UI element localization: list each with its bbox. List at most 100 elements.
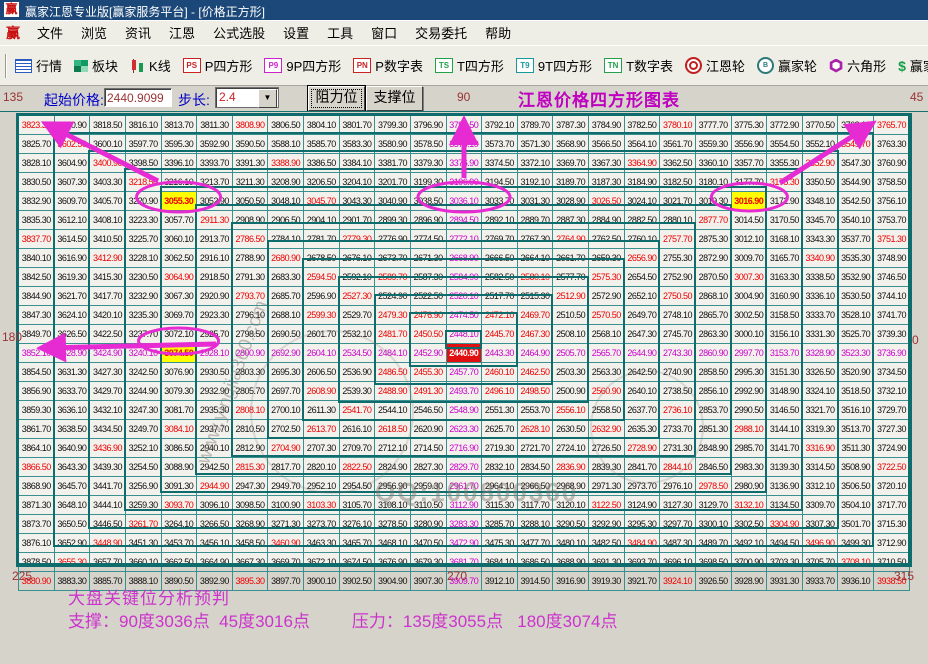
toolbar-item-gann-wheel[interactable]: 江恩轮 [679, 56, 751, 75]
toolbar-item-9p-square[interactable]: P99P四方形 [258, 56, 347, 75]
grid-cell: 3172.90 [767, 192, 803, 211]
grid-cell: 3156.10 [767, 325, 803, 344]
grid-cell: 3561.70 [660, 135, 696, 154]
grid-cell: 3818.50 [90, 116, 126, 135]
grid-cell: 3652.90 [54, 534, 90, 553]
grid-cell: 2976.10 [660, 477, 696, 496]
grid-cell: 3748.90 [874, 249, 910, 268]
start-price-input[interactable] [104, 88, 172, 107]
grid-cell: 3806.50 [268, 116, 304, 135]
grid-cell: 3472.90 [446, 534, 482, 553]
grid-cell: 2606.50 [304, 363, 340, 382]
grid-cell: 2455.30 [410, 363, 446, 382]
menu-item-news[interactable]: 资讯 [116, 26, 160, 41]
grid-cell: 2911.30 [197, 211, 233, 230]
grid-cell: 2949.70 [268, 477, 304, 496]
toolbar-item-sectors[interactable]: 板块 [68, 56, 124, 75]
grid-cell: 3331.30 [802, 325, 838, 344]
grid-cell: 2827.30 [410, 458, 446, 477]
grid-cell: 2683.30 [268, 268, 304, 287]
grid-cell: 3537.70 [838, 230, 874, 249]
menu-item-trade-entrust[interactable]: 交易委托 [406, 26, 476, 41]
toolbar-item-winner-wheel[interactable]: B赢家轮 [751, 56, 823, 75]
menu-item-file[interactable]: 文件 [28, 26, 72, 41]
grid-cell: 2719.30 [482, 439, 518, 458]
grid-cell: 3873.70 [19, 515, 55, 534]
grid-cell: 2448.10 [446, 325, 482, 344]
grid-cell: 2942.50 [197, 458, 233, 477]
menu-item-window[interactable]: 窗口 [362, 26, 406, 41]
menu-item-settings[interactable]: 设置 [274, 26, 318, 41]
menu-item-browse[interactable]: 浏览 [72, 26, 116, 41]
grid-cell: 2870.50 [695, 268, 731, 287]
toolbar-item-winner-service[interactable]: $赢家服务 [892, 56, 928, 75]
grid-cell: 2889.70 [517, 211, 553, 230]
grid-cell: 3542.50 [838, 192, 874, 211]
grid-cell: 3698.50 [695, 553, 731, 572]
grid-cell: 3760.90 [874, 154, 910, 173]
toolbar-item-9t-square[interactable]: T99T四方形 [510, 56, 598, 75]
grid-cell: 3480.10 [553, 534, 589, 553]
step-combobox[interactable]: 2.4 ▼ [216, 88, 278, 107]
grid-cell: 3124.90 [624, 496, 660, 515]
grid-cell: 3362.50 [660, 154, 696, 173]
quotes-icon [15, 59, 32, 73]
grid-cell: 2668.90 [446, 249, 482, 268]
toolbar-item-p-number-table[interactable]: PNP数字表 [347, 56, 429, 75]
grid-cell: 3182.50 [660, 173, 696, 192]
grid-cell: 2649.70 [624, 306, 660, 325]
grid-cell: 3679.30 [410, 553, 446, 572]
grid-cell: 3163.30 [767, 268, 803, 287]
grid-cell: 2714.50 [410, 439, 446, 458]
resistance-button[interactable]: 阻力位 [308, 86, 365, 111]
grid-cell: 3722.50 [874, 458, 910, 477]
menu-item-help[interactable]: 帮助 [476, 26, 520, 41]
chevron-down-icon[interactable]: ▼ [258, 89, 277, 108]
grid-cell: 3410.50 [90, 230, 126, 249]
grid-cell: 3108.10 [375, 496, 411, 515]
menu-item-gann[interactable]: 江恩 [160, 26, 204, 41]
grid-cell: 3585.70 [304, 135, 340, 154]
grid-cell: 2522.50 [410, 287, 446, 306]
grid-cell: 3588.10 [268, 135, 304, 154]
grid-cell: 2500.90 [553, 382, 589, 401]
grid-cell: 3427.30 [90, 363, 126, 382]
grid-cell: 2464.90 [517, 344, 553, 363]
grid-cell: 3518.50 [838, 382, 874, 401]
grid-cell: 3228.10 [125, 249, 161, 268]
grid-cell: 3868.90 [19, 477, 55, 496]
grid-cell: 2524.90 [375, 287, 411, 306]
toolbar-item-t-number-table[interactable]: TNT数字表 [598, 56, 679, 75]
grid-cell: 3019.30 [695, 192, 731, 211]
grid-cell: 3830.50 [19, 173, 55, 192]
toolbar-item-quotes[interactable]: 行情 [9, 56, 68, 75]
grid-cell: 2680.90 [268, 249, 304, 268]
grid-cell: 3345.70 [802, 211, 838, 230]
grid-cell: 2709.70 [339, 439, 375, 458]
step-value: 2.4 [216, 88, 257, 107]
toolbar-item-t-square[interactable]: TST四方形 [429, 56, 510, 75]
grid-cell: 2966.50 [517, 477, 553, 496]
toolbar-item-p-square[interactable]: PSP四方形 [177, 56, 259, 75]
grid-cell: 3319.30 [802, 420, 838, 439]
grid-cell: 3724.90 [874, 439, 910, 458]
grid-cell: 3616.90 [54, 249, 90, 268]
menu-item-tools[interactable]: 工具 [318, 26, 362, 41]
grid-cell: 3012.10 [731, 230, 767, 249]
grid-cell: 2536.90 [339, 363, 375, 382]
grid-cell: 3489.70 [695, 534, 731, 553]
grid-cell: 3691.30 [589, 553, 625, 572]
grid-cell: 2774.50 [410, 230, 446, 249]
window-title: 赢家江恩专业版[赢家服务平台] - [价格正方形] [25, 3, 265, 20]
grid-cell: 3444.10 [90, 496, 126, 515]
grid-cell: 2457.70 [446, 363, 482, 382]
support-button[interactable]: 支撑位 [366, 86, 423, 111]
grid-cell: 3458.50 [232, 534, 268, 553]
grid-cell: 2760.10 [624, 230, 660, 249]
grid-cell: 2784.10 [268, 230, 304, 249]
toolbar-item-kline[interactable]: K线 [124, 56, 177, 75]
menu-item-formula-stock-pick[interactable]: 公式选股 [204, 26, 274, 41]
toolbar-item-hexagon[interactable]: 六角形 [823, 56, 892, 75]
grid-cell: 3866.50 [19, 458, 55, 477]
title-bar: 赢 赢家江恩专业版[赢家服务平台] - [价格正方形] [0, 0, 928, 21]
